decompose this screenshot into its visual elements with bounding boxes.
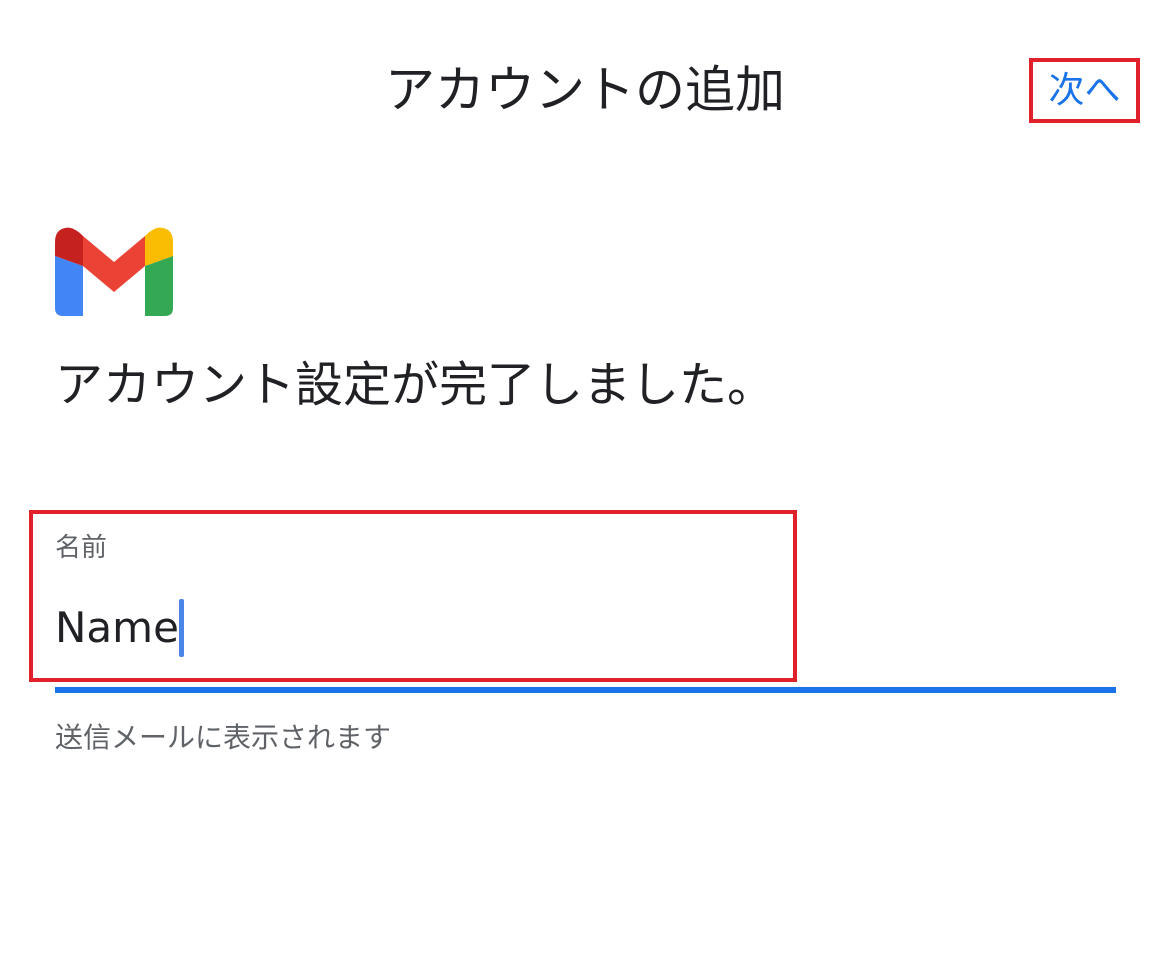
name-input-underline [55,687,1116,693]
gmail-logo-icon [55,227,173,316]
next-button[interactable]: 次へ [1029,58,1140,123]
name-input-value: Name [55,603,179,652]
completion-message: アカウント設定が完了しました。 [55,357,776,413]
next-button-label: 次へ [1048,69,1121,111]
name-field-highlight [29,510,797,682]
name-field-helper: 送信メールに表示されます [55,721,392,754]
name-field-label: 名前 [55,533,108,563]
name-input[interactable]: Name [55,599,184,657]
text-cursor [178,599,184,657]
page-title: アカウントの追加 [385,61,785,119]
